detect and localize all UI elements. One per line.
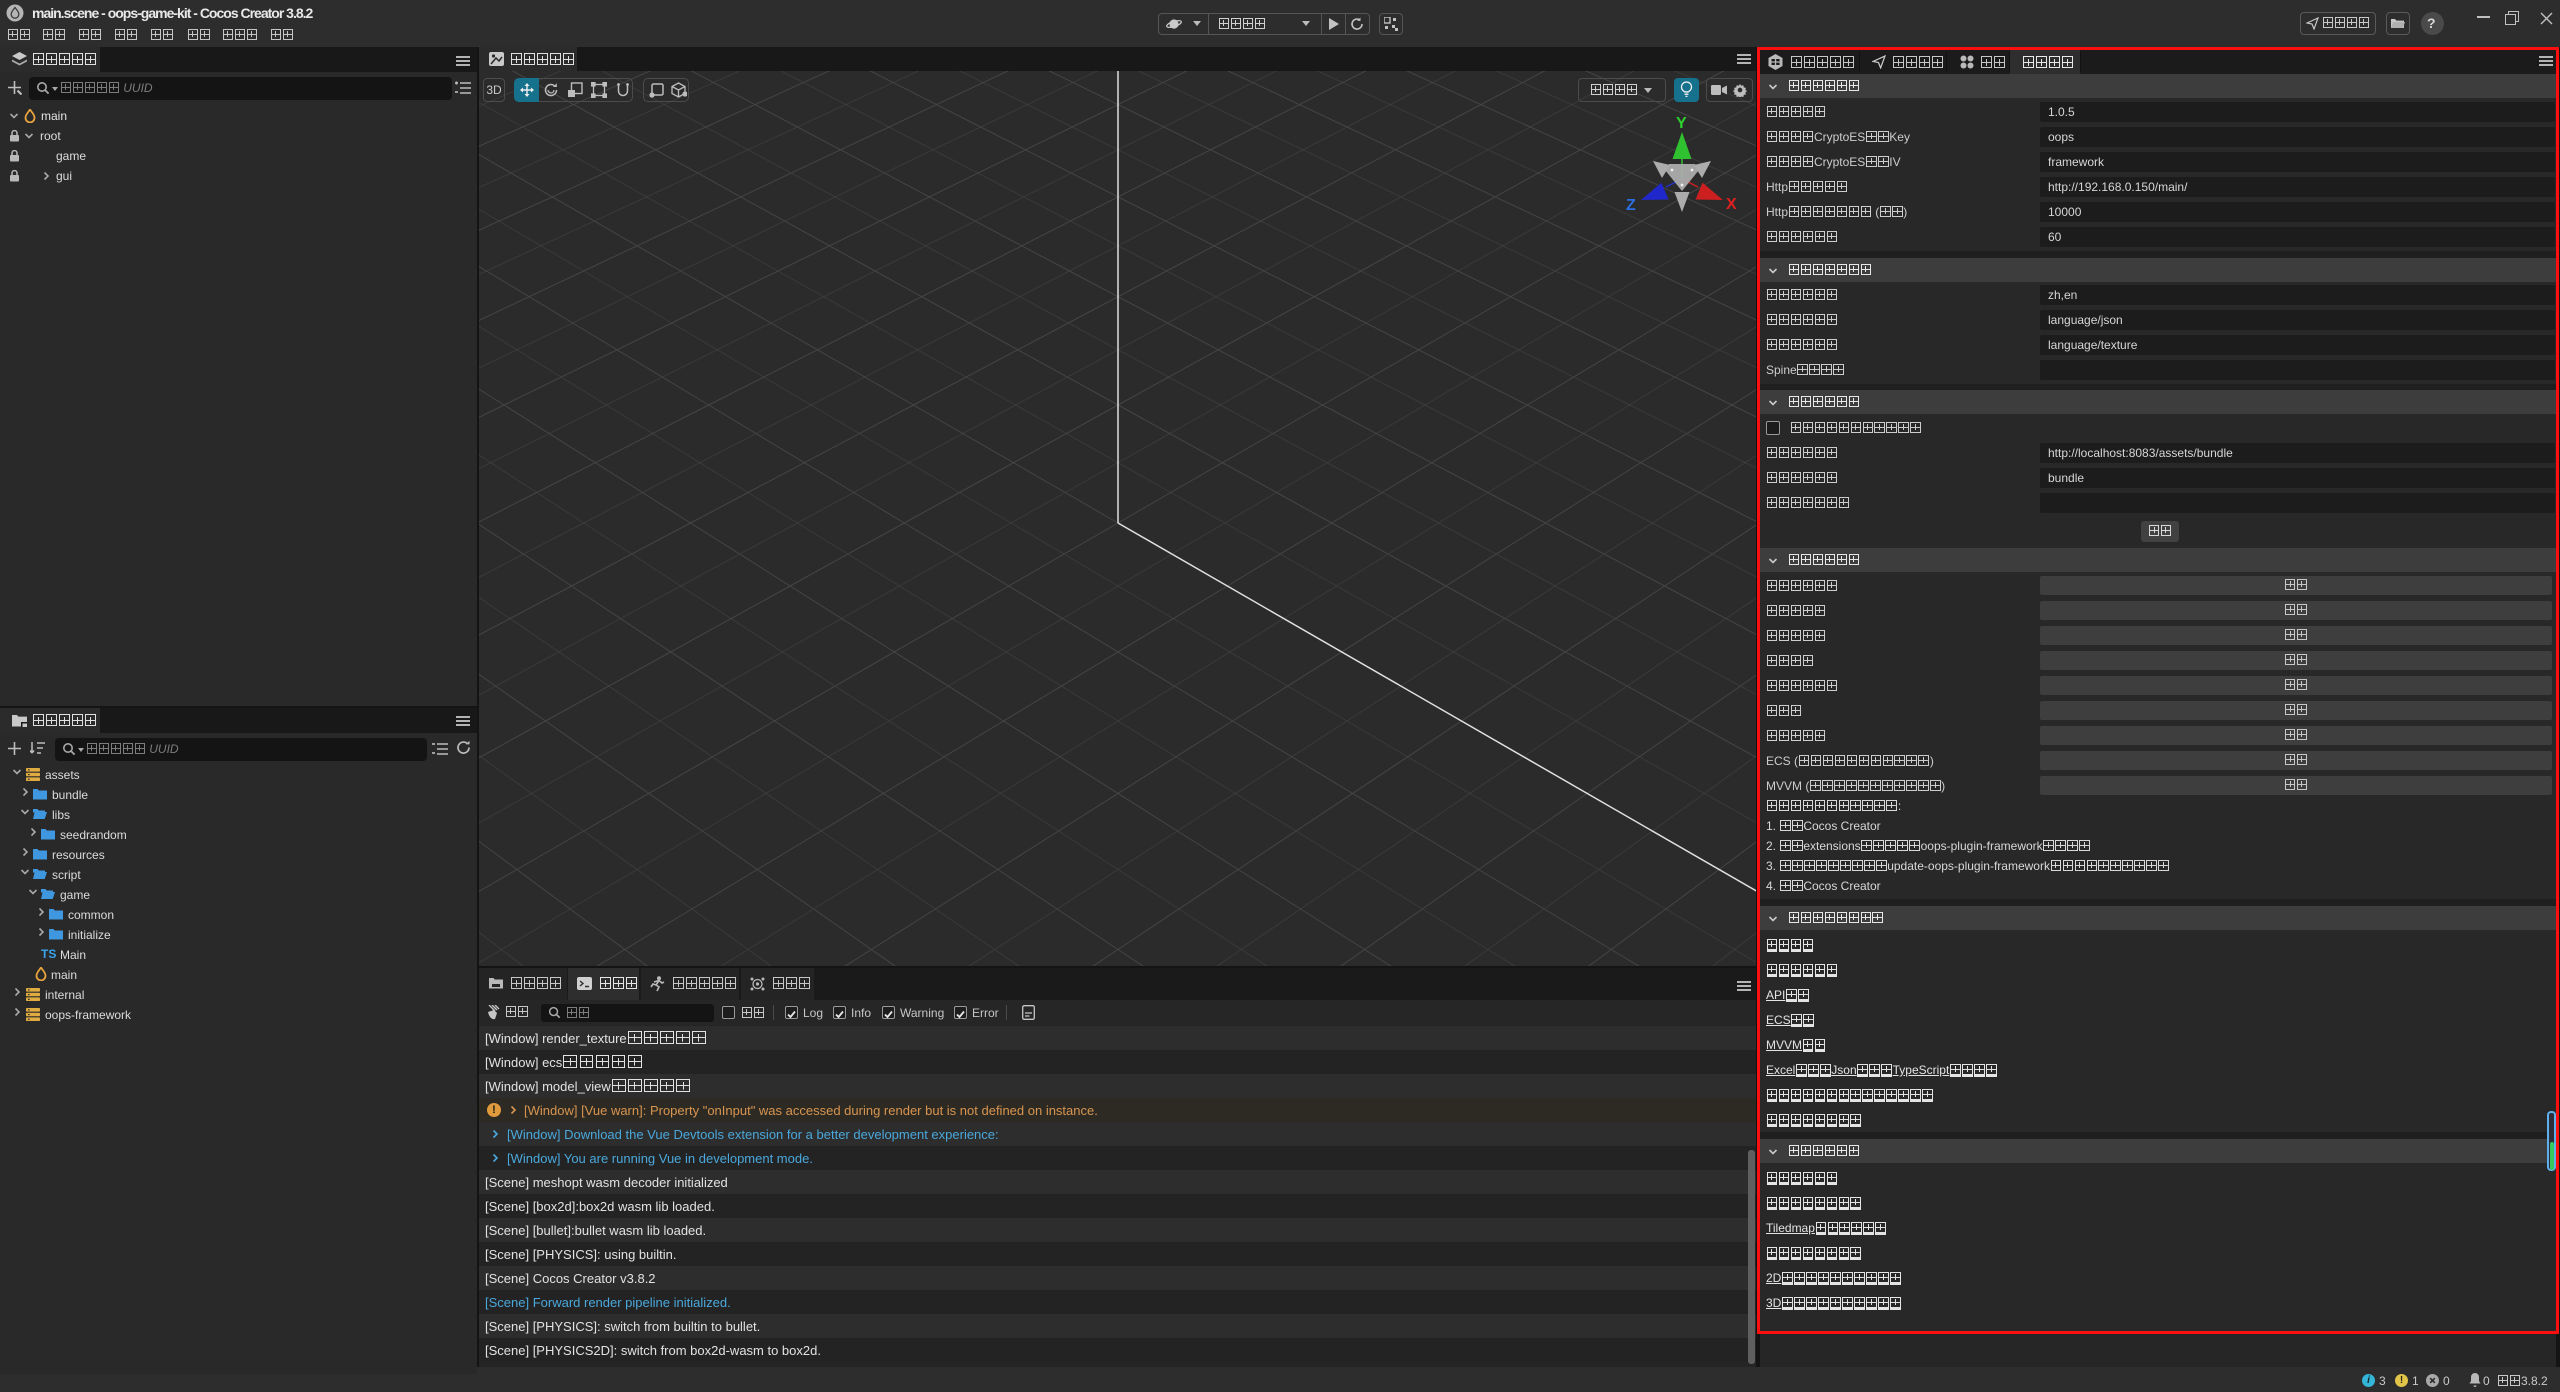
svg-text:X: X [1726,196,1737,213]
svg-text:Y: Y [1676,115,1687,132]
svg-text:Z: Z [1626,197,1636,214]
